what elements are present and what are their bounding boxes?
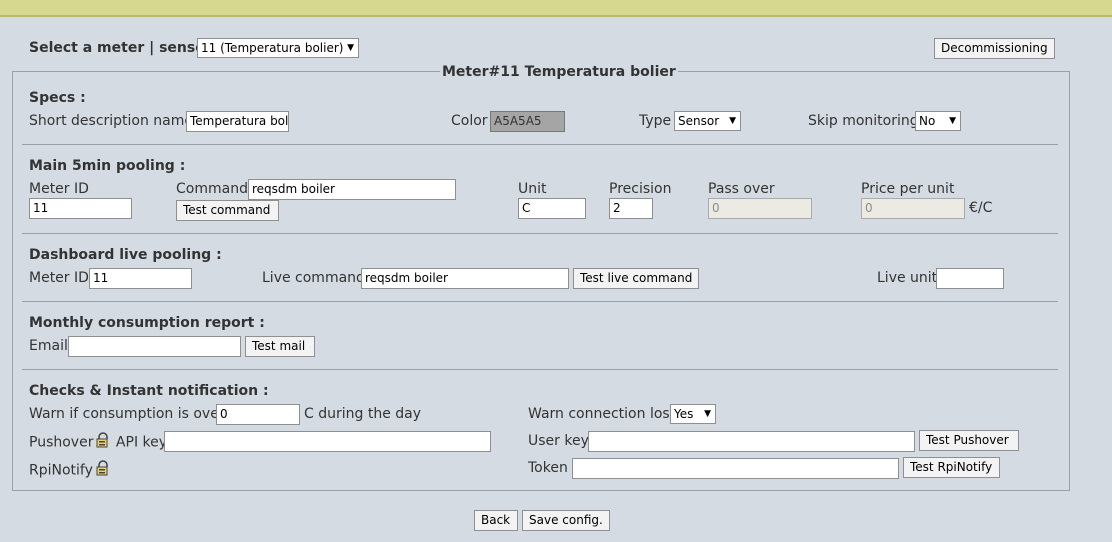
rpinotify-label: RpiNotify [29,462,93,479]
command-label: Command [176,181,248,197]
live-meter-id-label: Meter ID [29,270,89,286]
specs-header: Specs : [29,90,86,106]
warn-consumption-input[interactable]: 0 [216,404,300,425]
precision-input[interactable]: 2 [609,198,653,219]
warn-connection-value: Yes [674,407,694,421]
checks-header: Checks & Instant notification : [29,383,269,399]
warn-connection-select[interactable]: Yes ▼ [670,404,716,424]
meter-id-label: Meter ID [29,181,89,197]
type-label: Type [639,113,672,129]
type-select[interactable]: Sensor ▼ [674,111,741,131]
price-unit-label: €/C [969,200,993,216]
price-per-unit-label: Price per unit [861,181,955,197]
live-unit-input[interactable] [936,268,1004,289]
precision-label: Precision [609,181,672,197]
user-key-label: User key [528,433,589,449]
command-input[interactable]: reqsdm boiler [248,179,456,200]
save-config-button[interactable]: Save config. [522,510,610,531]
pushover-row-label: Pushover API key [29,432,167,453]
test-pushover-button[interactable]: Test Pushover [919,430,1019,451]
skip-monitoring-label: Skip monitoring [808,113,919,129]
skip-monitoring-value: No [919,114,936,128]
email-label: Email [29,338,68,354]
skip-monitoring-select[interactable]: No ▼ [915,111,961,131]
warn-connection-label: Warn connection lost [528,406,676,422]
api-key-input[interactable] [164,431,491,452]
live-pooling-header: Dashboard live pooling : [29,247,222,263]
test-live-command-button[interactable]: Test live command [573,268,699,289]
meter-select[interactable]: 11 (Temperatura bolier) ▼ [197,38,359,58]
test-command-button[interactable]: Test command [176,200,279,221]
section-divider [22,233,1058,234]
color-label: Color [451,113,488,129]
live-meter-id-input[interactable]: 11 [89,268,192,289]
section-divider [22,369,1058,370]
live-command-input[interactable]: reqsdm boiler [361,268,569,289]
meter-select-value: 11 (Temperatura bolier) [201,41,344,55]
color-input[interactable]: A5A5A5 [490,111,565,132]
chevron-down-icon: ▼ [729,116,736,126]
chevron-down-icon: ▼ [704,409,711,419]
warn-consumption-suffix: C during the day [304,406,422,422]
short-description-input[interactable]: Temperatura boli [186,111,289,132]
lock-icon[interactable] [95,432,111,453]
top-bar [0,0,1112,17]
test-mail-button[interactable]: Test mail [245,336,315,357]
meter-id-input[interactable]: 11 [29,198,132,219]
decommissioning-button[interactable]: Decommissioning [934,38,1055,59]
lock-icon[interactable] [95,460,111,481]
section-divider [22,144,1058,145]
rpinotify-row-label: RpiNotify [29,460,111,481]
pushover-label: Pushover [29,434,94,451]
price-per-unit-input[interactable]: 0 [861,198,965,219]
user-key-input[interactable] [588,431,915,452]
test-rpinotify-button[interactable]: Test RpiNotify [903,457,1000,478]
main-pooling-header: Main 5min pooling : [29,158,186,174]
unit-input[interactable]: C [518,198,586,219]
api-key-label: API key [115,434,168,451]
chevron-down-icon: ▼ [949,116,956,126]
pass-over-input[interactable]: 0 [708,198,812,219]
token-label: Token [528,460,568,476]
short-description-label: Short description name [29,113,194,129]
back-button[interactable]: Back [474,510,518,531]
token-input[interactable] [572,458,899,479]
live-unit-label: Live unit [877,270,938,286]
monthly-report-header: Monthly consumption report : [29,315,265,331]
fieldset-legend: Meter#11 Temperatura bolier [440,63,678,81]
unit-label: Unit [518,181,547,197]
chevron-down-icon: ▼ [347,43,354,53]
meter-select-label: Select a meter | sensor : [29,40,223,56]
email-input[interactable] [68,336,241,357]
type-select-value: Sensor [678,114,720,128]
pass-over-label: Pass over [708,181,775,197]
live-command-label: Live command [262,270,365,286]
warn-consumption-label: Warn if consumption is over [29,406,225,422]
section-divider [22,301,1058,302]
